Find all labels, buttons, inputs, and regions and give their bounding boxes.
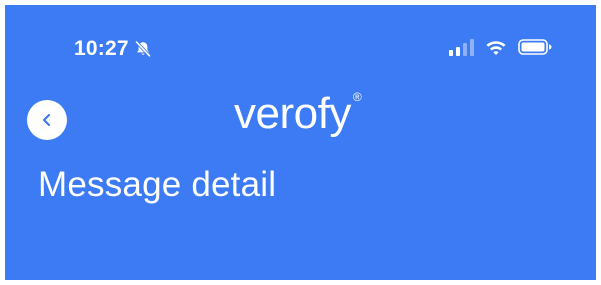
logo-registered-mark: ® (352, 90, 362, 104)
back-button[interactable] (27, 100, 67, 140)
battery-icon (518, 38, 552, 56)
page-title: Message detail (38, 165, 277, 204)
status-time: 10:27 (74, 37, 129, 60)
verofy-logo: verofy ® (234, 90, 362, 150)
wifi-icon (484, 38, 508, 56)
chevron-left-icon (41, 113, 53, 127)
cellular-signal-icon (449, 38, 474, 56)
status-bar: 10:27 (5, 5, 596, 85)
status-time-group: 10:27 (74, 37, 152, 61)
logo-wordmark: verofy (234, 89, 351, 138)
navigation-bar: verofy ® (5, 90, 596, 150)
app-screen: 10:27 verofy ® Message detail (5, 5, 596, 280)
status-icons (449, 38, 552, 56)
bell-slash-icon (134, 40, 152, 58)
